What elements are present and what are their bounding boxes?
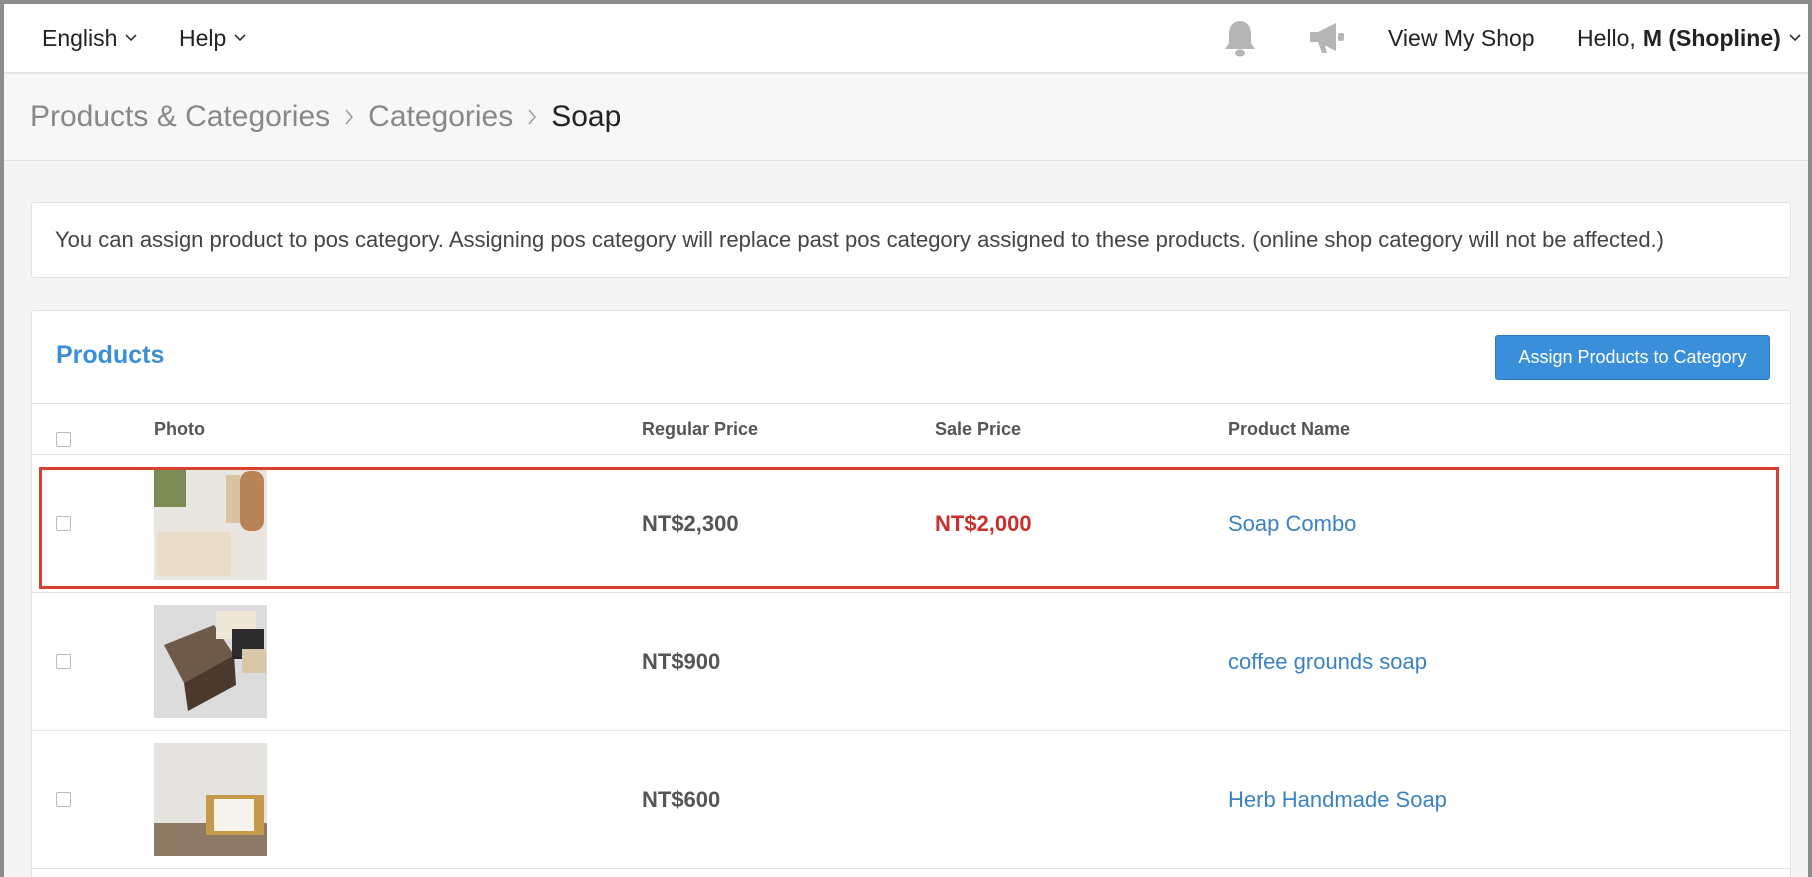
hello-prefix: Hello, bbox=[1577, 24, 1636, 51]
table-row: NT$600 Herb Handmade Soap bbox=[32, 731, 1790, 869]
row-checkbox[interactable] bbox=[56, 516, 71, 531]
product-name-link[interactable]: coffee grounds soap bbox=[1228, 593, 1427, 730]
view-my-shop-link[interactable]: View My Shop bbox=[1388, 4, 1535, 72]
table-row: NT$900 coffee grounds soap bbox=[32, 593, 1790, 731]
photo-cell bbox=[154, 455, 267, 592]
product-photo[interactable] bbox=[154, 467, 267, 580]
row-check-cell bbox=[56, 455, 71, 592]
chevron-right-icon bbox=[528, 109, 537, 125]
sale-price: NT$2,000 bbox=[935, 510, 1032, 536]
user-name: M (Shopline) bbox=[1642, 24, 1781, 51]
info-message: You can assign product to pos category. … bbox=[31, 202, 1791, 278]
header-regular-price: Regular Price bbox=[642, 418, 759, 439]
top-nav: English Help View My Shop Hello, M (Shop… bbox=[4, 4, 1808, 73]
app-frame: English Help View My Shop Hello, M (Shop… bbox=[0, 0, 1812, 877]
info-text: You can assign product to pos category. … bbox=[55, 227, 1664, 252]
chevron-down-icon bbox=[125, 34, 138, 42]
announcements-button[interactable] bbox=[1306, 4, 1346, 72]
breadcrumb: Products & Categories Categories Soap bbox=[4, 74, 1808, 161]
megaphone-icon bbox=[1310, 23, 1344, 53]
product-name-link[interactable]: Soap Combo bbox=[1228, 455, 1356, 592]
language-label: English bbox=[42, 24, 118, 51]
view-shop-label: View My Shop bbox=[1388, 24, 1535, 51]
photo-cell bbox=[154, 731, 267, 868]
header-product-name: Product Name bbox=[1228, 418, 1351, 439]
table-header: Photo Regular Price Sale Price Product N… bbox=[32, 403, 1790, 455]
bell-icon bbox=[1225, 21, 1255, 57]
product-name-link[interactable]: Herb Handmade Soap bbox=[1228, 731, 1447, 868]
select-all-checkbox[interactable] bbox=[56, 431, 71, 447]
regular-price: NT$900 bbox=[642, 648, 721, 674]
breadcrumb-categories[interactable]: Categories bbox=[368, 100, 513, 134]
product-photo[interactable] bbox=[154, 743, 267, 856]
breadcrumb-current: Soap bbox=[551, 100, 622, 133]
row-check-cell bbox=[56, 593, 71, 730]
notifications-button[interactable] bbox=[1222, 4, 1258, 72]
breadcrumb-products-categories[interactable]: Products & Categories bbox=[30, 100, 330, 134]
assign-products-button[interactable]: Assign Products to Category bbox=[1495, 335, 1770, 380]
products-panel: Products Assign Products to Category Pho… bbox=[31, 310, 1791, 877]
photo-cell bbox=[154, 593, 267, 730]
header-photo: Photo bbox=[154, 418, 205, 439]
row-checkbox[interactable] bbox=[56, 654, 71, 669]
table-row: NT$2,300 NT$2,000 Soap Combo bbox=[32, 455, 1790, 593]
chevron-down-icon bbox=[1789, 34, 1801, 42]
products-title: Products bbox=[56, 341, 165, 369]
help-dropdown[interactable]: Help bbox=[179, 4, 246, 72]
chevron-down-icon bbox=[234, 34, 246, 42]
header-sale-price: Sale Price bbox=[935, 418, 1022, 439]
language-dropdown[interactable]: English bbox=[42, 4, 138, 72]
help-label: Help bbox=[179, 24, 227, 51]
row-checkbox[interactable] bbox=[56, 792, 71, 807]
row-check-cell bbox=[56, 731, 71, 868]
chevron-right-icon bbox=[345, 109, 354, 125]
user-menu[interactable]: Hello, M (Shopline) bbox=[1577, 4, 1801, 72]
regular-price: NT$2,300 bbox=[642, 510, 739, 536]
regular-price: NT$600 bbox=[642, 786, 721, 812]
product-photo[interactable] bbox=[154, 605, 267, 718]
